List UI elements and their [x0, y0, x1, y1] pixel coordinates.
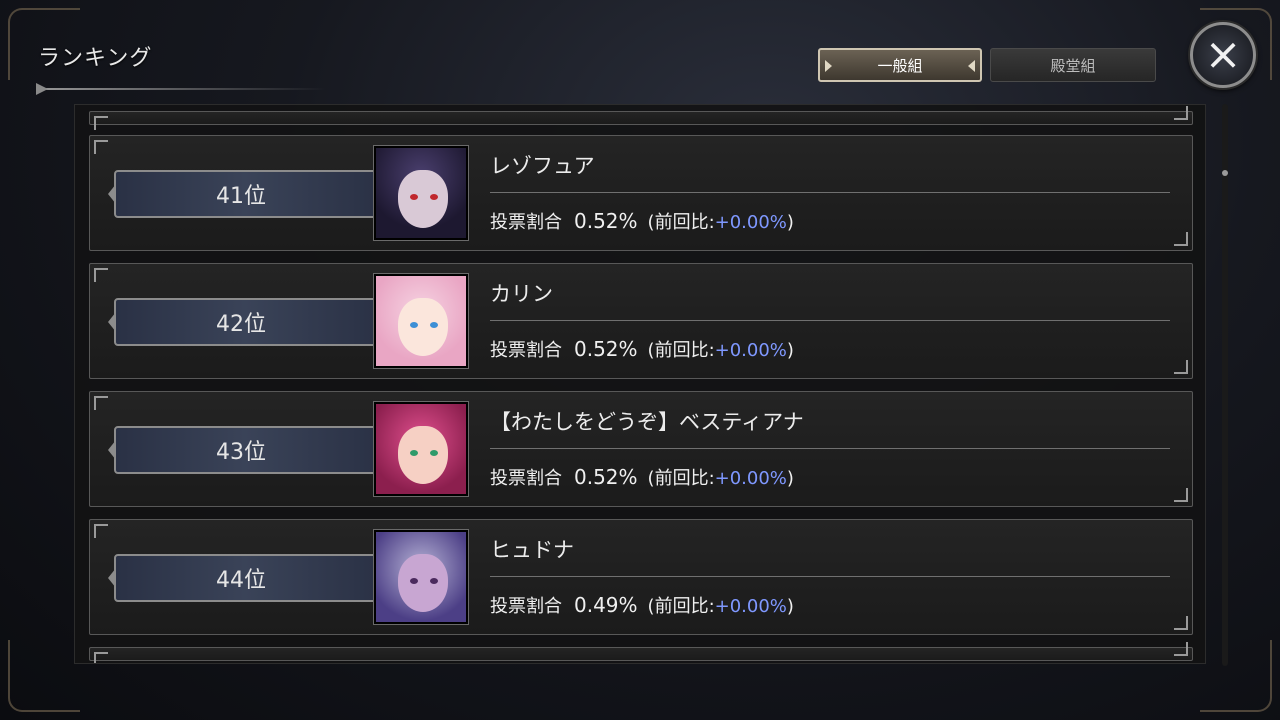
tab-hall-of-fame[interactable]: 殿堂組	[990, 48, 1156, 82]
prev-close: )	[786, 596, 794, 617]
frame-ornament-bottom-left	[8, 640, 80, 712]
vote-line: 投票割合 0.49% (前回比:+0.00%)	[490, 592, 794, 618]
vote-share-value: 0.52%	[574, 337, 638, 361]
prev-close: )	[786, 212, 794, 233]
prev-diff-value: +0.00%	[714, 212, 787, 233]
row-divider	[490, 192, 1170, 193]
rank-plate: 44位	[108, 554, 376, 602]
character-portrait	[374, 274, 468, 368]
prev-open: (前回比:	[647, 212, 715, 233]
prev-open: (前回比:	[647, 596, 715, 617]
close-button[interactable]: ×	[1190, 22, 1256, 88]
prev-close: )	[786, 468, 794, 489]
rank-plate: 43位	[108, 426, 376, 474]
rank-plate: 42位	[108, 298, 376, 346]
rank-label: 43位	[216, 440, 266, 465]
prev-close: )	[786, 340, 794, 361]
rank-label: 44位	[216, 568, 266, 593]
ranking-row-partial-bottom	[89, 642, 1193, 663]
vote-share-value: 0.52%	[574, 465, 638, 489]
row-divider	[490, 576, 1170, 577]
ranking-list[interactable]: 41位 レゾフュア 投票割合 0.52% (前回比:+0.00%) 42位 カリン …	[74, 104, 1206, 664]
character-name: ヒュドナ	[490, 538, 574, 562]
rank-label: 41位	[216, 184, 266, 209]
prev-diff-value: +0.00%	[714, 340, 787, 361]
scrollbar-thumb[interactable]	[1222, 170, 1228, 176]
ranking-row[interactable]: 43位 【わたしをどうぞ】ベスティアナ 投票割合 0.52% (前回比:+0.00%…	[89, 391, 1193, 507]
rank-plate: 41位	[108, 170, 376, 218]
character-portrait	[374, 402, 468, 496]
scrollbar-track[interactable]	[1222, 104, 1228, 666]
row-divider	[490, 320, 1170, 321]
prev-open: (前回比:	[647, 468, 715, 489]
character-portrait	[374, 146, 468, 240]
vote-share-label: 投票割合	[490, 340, 562, 361]
character-name: カリン	[490, 282, 553, 306]
prev-diff-value: +0.00%	[714, 468, 787, 489]
vote-line: 投票割合 0.52% (前回比:+0.00%)	[490, 208, 794, 234]
prev-diff-value: +0.00%	[714, 596, 787, 617]
vote-share-label: 投票割合	[490, 212, 562, 233]
ranking-row-partial-top	[89, 106, 1193, 130]
vote-share-label: 投票割合	[490, 468, 562, 489]
ranking-row[interactable]: 44位 ヒュドナ 投票割合 0.49% (前回比:+0.00%)	[89, 519, 1193, 635]
tab-general-label: 一般組	[877, 56, 923, 75]
page-title: ランキング	[38, 46, 153, 71]
character-name: 【わたしをどうぞ】ベスティアナ	[490, 410, 804, 434]
vote-share-label: 投票割合	[490, 596, 562, 617]
ranking-row[interactable]: 42位 カリン 投票割合 0.52% (前回比:+0.00%)	[89, 263, 1193, 379]
close-icon: ×	[1204, 29, 1242, 80]
prev-open: (前回比:	[647, 340, 715, 361]
vote-share-value: 0.49%	[574, 593, 638, 617]
vote-line: 投票割合 0.52% (前回比:+0.00%)	[490, 464, 794, 490]
tab-general-group[interactable]: 一般組	[818, 48, 982, 82]
tab-hall-label: 殿堂組	[1050, 56, 1096, 75]
title-divider	[36, 83, 326, 95]
ranking-row[interactable]: 41位 レゾフュア 投票割合 0.52% (前回比:+0.00%)	[89, 135, 1193, 251]
rank-label: 42位	[216, 312, 266, 337]
row-divider	[490, 448, 1170, 449]
character-portrait	[374, 530, 468, 624]
frame-ornament-bottom-right	[1200, 640, 1272, 712]
character-name: レゾフュア	[490, 154, 595, 178]
vote-share-value: 0.52%	[574, 209, 638, 233]
vote-line: 投票割合 0.52% (前回比:+0.00%)	[490, 336, 794, 362]
